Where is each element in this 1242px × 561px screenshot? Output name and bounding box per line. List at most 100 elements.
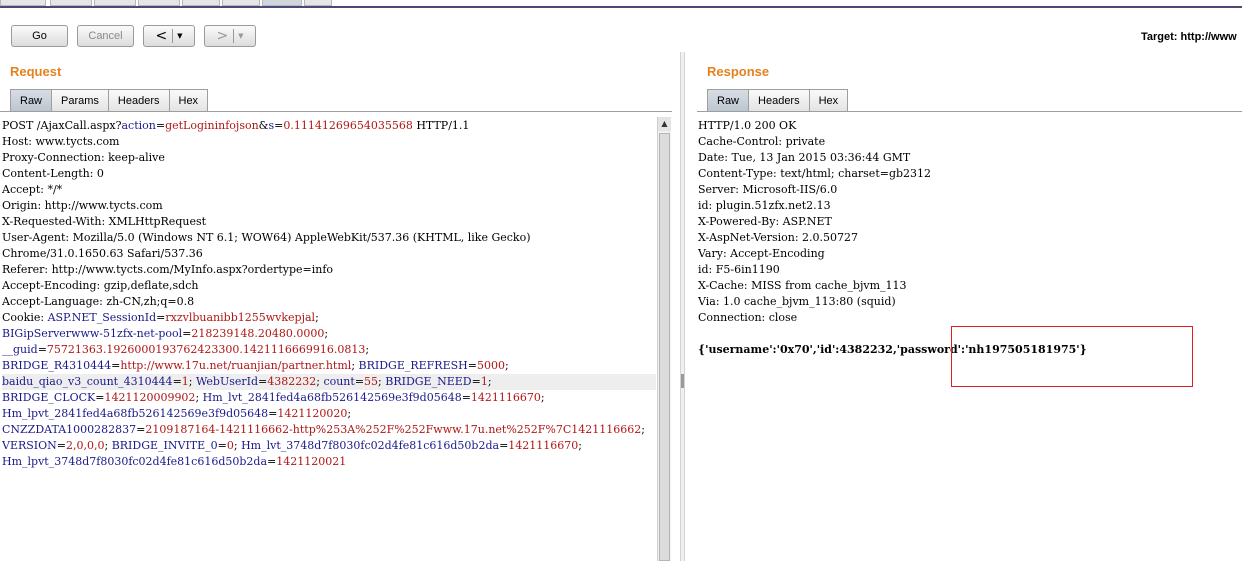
request-token: Cookie: xyxy=(2,311,48,324)
request-token: HTTP/1.1 xyxy=(412,119,470,132)
response-line: Connection: close xyxy=(698,311,798,324)
back-button[interactable]: < ▼ xyxy=(143,25,195,47)
response-line: Content-Type: text/html; charset=gb2312 xyxy=(698,167,932,180)
request-token: = xyxy=(156,311,166,324)
request-line: BIGipServerwww-51zfx-net-pool=218239148.… xyxy=(2,326,656,342)
response-line: Server: Microsoft-IIS/6.0 xyxy=(698,183,838,196)
request-token: ; xyxy=(347,407,352,420)
tab-hex[interactable]: Hex xyxy=(808,89,849,111)
request-scrollbar[interactable]: ▲ xyxy=(657,117,671,561)
tab-hex[interactable]: Hex xyxy=(168,89,209,111)
request-token: POST /AjaxCall.aspx? xyxy=(2,119,122,132)
tab-headers[interactable]: Headers xyxy=(107,89,170,111)
request-token: = xyxy=(172,375,182,388)
request-token: BRIDGE_REFRESH xyxy=(358,359,468,372)
request-token: = xyxy=(37,343,47,356)
request-token: ; xyxy=(104,439,112,452)
forward-button[interactable]: > ▼ xyxy=(204,25,256,47)
response-editor[interactable]: HTTP/1.0 200 OK Cache-Control: private Dat… xyxy=(698,118,1238,334)
request-line: X-Requested-With: XMLHttpRequest xyxy=(2,214,656,230)
target-label[interactable]: Target: http://www xyxy=(1141,31,1237,43)
request-line: User-Agent: Mozilla/5.0 (Windows NT 6.1;… xyxy=(2,230,656,246)
request-token: = xyxy=(461,391,471,404)
request-token: ; xyxy=(504,359,509,372)
request-token: __guid xyxy=(2,343,38,356)
request-token: BRIDGE_CLOCK xyxy=(2,391,96,404)
request-token: 55 xyxy=(364,375,379,388)
request-token: = xyxy=(471,375,481,388)
response-line: Vary: Accept-Encoding xyxy=(698,247,825,260)
request-token: Proxy-Connection: keep-alive xyxy=(2,151,165,164)
request-line: Proxy-Connection: keep-alive xyxy=(2,150,656,166)
request-token: = xyxy=(274,119,284,132)
password-highlight-box xyxy=(951,326,1193,387)
request-token: = xyxy=(136,423,146,436)
tab-raw[interactable]: Raw xyxy=(707,89,750,111)
request-token: ; xyxy=(188,375,196,388)
request-token: Hm_lvt_3748d7f8030fc02d4fe81c616d50b2da xyxy=(241,439,500,452)
separator xyxy=(233,29,235,43)
request-line: POST /AjaxCall.aspx?action=getLogininfoj… xyxy=(2,118,656,134)
response-line: X-AspNet-Version: 2.0.50727 xyxy=(698,231,859,244)
request-line: Chrome/31.0.1650.63 Safari/537.36 xyxy=(2,246,656,262)
request-token: 2,0,0,0 xyxy=(66,439,105,452)
response-tabs: Raw Headers Hex xyxy=(707,89,849,111)
request-token: = xyxy=(56,439,66,452)
tab-params[interactable]: Params xyxy=(51,89,109,111)
cancel-button[interactable]: Cancel xyxy=(77,25,134,47)
request-line: Host: www.tycts.com xyxy=(2,134,656,150)
tab-underline xyxy=(697,111,1242,112)
request-token: 1421120020 xyxy=(277,407,348,420)
request-token: BIGipServerwww-51zfx-net-pool xyxy=(2,327,183,340)
request-token: & xyxy=(258,119,269,132)
request-line: baidu_qiao_v3_count_4310444=1; WebUserId… xyxy=(2,374,656,390)
request-token: = xyxy=(268,407,278,420)
request-token: 1421116670 xyxy=(470,391,541,404)
request-token: BRIDGE_INVITE_0 xyxy=(111,439,218,452)
request-token: 4382232 xyxy=(267,375,317,388)
request-token: Accept-Encoding: gzip,deflate,sdch xyxy=(2,279,199,292)
splitter-grip[interactable] xyxy=(681,374,684,388)
top-divider xyxy=(0,6,1242,8)
response-line: X-Powered-By: ASP.NET xyxy=(698,215,832,228)
forward-arrow-icon: > xyxy=(216,28,229,44)
request-token: = xyxy=(182,327,192,340)
request-line: BRIDGE_CLOCK = 1421120009902; Hm_lvt_2841f… xyxy=(2,390,656,406)
request-line: Content-Length: 0 xyxy=(2,166,656,182)
request-token: X-Requested-With: XMLHttpRequest xyxy=(2,215,207,228)
request-token: = xyxy=(258,375,268,388)
request-token: 75721363.1926000193762423300.14211166699… xyxy=(46,343,366,356)
chevron-down-icon[interactable]: ▼ xyxy=(238,26,243,46)
panel-splitter[interactable] xyxy=(680,52,685,561)
request-token: = xyxy=(217,439,227,452)
request-token: ; xyxy=(487,375,492,388)
request-token: = xyxy=(111,359,121,372)
request-line: Hm_lpvt_2841fed4a68fb526142569e3f9d05648… xyxy=(2,406,656,422)
request-token: 1 xyxy=(480,375,488,388)
tab-raw[interactable]: Raw xyxy=(10,89,53,111)
request-token: 1421116670 xyxy=(508,439,579,452)
request-line: Origin: http://www.tycts.com xyxy=(2,198,656,214)
request-token: Hm_lpvt_2841fed4a68fb526142569e3f9d05648 xyxy=(2,407,269,420)
tab-headers[interactable]: Headers xyxy=(748,89,810,111)
request-token: Content-Length: 0 xyxy=(2,167,104,180)
chevron-down-icon[interactable]: ▼ xyxy=(177,26,182,46)
request-token: Hm_lpvt_3748d7f8030fc02d4fe81c616d50b2da xyxy=(2,455,267,468)
go-button[interactable]: Go xyxy=(11,25,68,47)
request-token: = xyxy=(499,439,509,452)
request-token: User-Agent: Mozilla/5.0 (Windows NT 6.1;… xyxy=(2,231,531,244)
request-token: ; xyxy=(233,439,242,452)
request-token: Hm_lvt_2841fed4a68fb526142569e3f9d05648 xyxy=(202,391,462,404)
response-line: X-Cache: MISS from cache_bjvm_113 xyxy=(698,279,907,292)
request-token: Origin: http://www.tycts.com xyxy=(2,199,163,212)
response-line: HTTP/1.0 200 OK xyxy=(698,119,797,132)
request-token: Referer: http://www.tycts.com/MyInfo.asp… xyxy=(2,263,334,276)
request-editor[interactable]: POST /AjaxCall.aspx?action=getLogininfoj… xyxy=(2,118,656,561)
response-line: Date: Tue, 13 Jan 2015 03:36:44 GMT xyxy=(698,151,911,164)
response-line: Cache-Control: private xyxy=(698,135,826,148)
scroll-up-icon[interactable]: ▲ xyxy=(658,117,671,131)
request-line: BRIDGE_R4310444=http://www.17u.net/ruanj… xyxy=(2,358,656,374)
request-token: = xyxy=(267,455,277,468)
request-token: 5000 xyxy=(476,359,505,372)
scroll-thumb[interactable] xyxy=(659,133,670,561)
